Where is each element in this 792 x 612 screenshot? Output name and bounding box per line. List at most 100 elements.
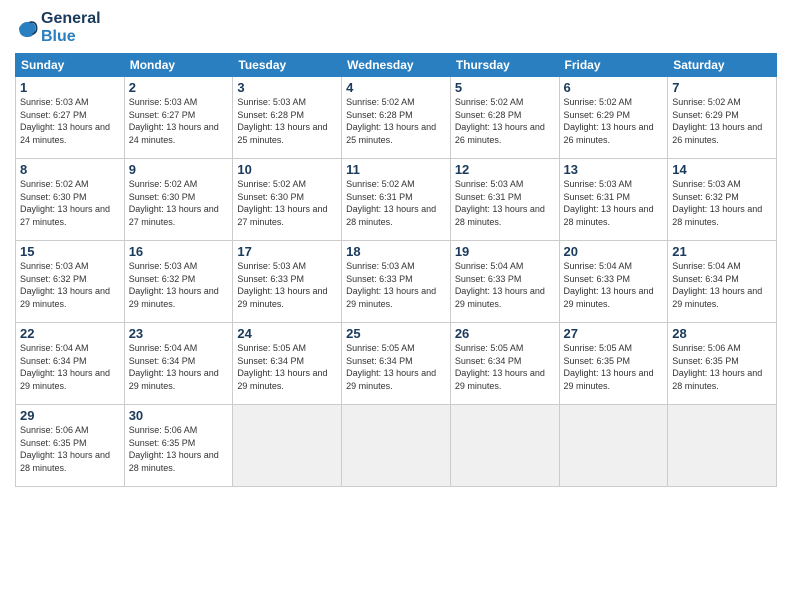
calendar-cell: 4Sunrise: 5:02 AMSunset: 6:28 PMDaylight… [342, 77, 451, 159]
calendar-cell: 12Sunrise: 5:03 AMSunset: 6:31 PMDayligh… [450, 159, 559, 241]
day-info: Sunrise: 5:05 AMSunset: 6:34 PMDaylight:… [346, 342, 446, 392]
calendar-cell: 16Sunrise: 5:03 AMSunset: 6:32 PMDayligh… [124, 241, 233, 323]
col-monday: Monday [124, 54, 233, 77]
day-info: Sunrise: 5:02 AMSunset: 6:29 PMDaylight:… [564, 96, 664, 146]
day-number: 17 [237, 244, 337, 259]
day-number: 27 [564, 326, 664, 341]
day-info: Sunrise: 5:05 AMSunset: 6:35 PMDaylight:… [564, 342, 664, 392]
day-number: 30 [129, 408, 229, 423]
day-info: Sunrise: 5:03 AMSunset: 6:33 PMDaylight:… [237, 260, 337, 310]
col-wednesday: Wednesday [342, 54, 451, 77]
logo-icon [15, 16, 39, 40]
calendar-cell: 14Sunrise: 5:03 AMSunset: 6:32 PMDayligh… [668, 159, 777, 241]
calendar-cell [342, 405, 451, 487]
calendar-cell: 26Sunrise: 5:05 AMSunset: 6:34 PMDayligh… [450, 323, 559, 405]
calendar-cell: 22Sunrise: 5:04 AMSunset: 6:34 PMDayligh… [16, 323, 125, 405]
calendar-cell: 8Sunrise: 5:02 AMSunset: 6:30 PMDaylight… [16, 159, 125, 241]
day-info: Sunrise: 5:03 AMSunset: 6:27 PMDaylight:… [20, 96, 120, 146]
calendar-body: 1Sunrise: 5:03 AMSunset: 6:27 PMDaylight… [16, 77, 777, 487]
day-info: Sunrise: 5:02 AMSunset: 6:31 PMDaylight:… [346, 178, 446, 228]
calendar-row: 22Sunrise: 5:04 AMSunset: 6:34 PMDayligh… [16, 323, 777, 405]
day-number: 8 [20, 162, 120, 177]
calendar-cell: 13Sunrise: 5:03 AMSunset: 6:31 PMDayligh… [559, 159, 668, 241]
calendar-cell: 23Sunrise: 5:04 AMSunset: 6:34 PMDayligh… [124, 323, 233, 405]
day-info: Sunrise: 5:03 AMSunset: 6:32 PMDaylight:… [129, 260, 229, 310]
day-info: Sunrise: 5:03 AMSunset: 6:27 PMDaylight:… [129, 96, 229, 146]
calendar-cell: 24Sunrise: 5:05 AMSunset: 6:34 PMDayligh… [233, 323, 342, 405]
day-info: Sunrise: 5:02 AMSunset: 6:28 PMDaylight:… [346, 96, 446, 146]
day-info: Sunrise: 5:03 AMSunset: 6:32 PMDaylight:… [672, 178, 772, 228]
logo-blue: Blue [41, 28, 101, 46]
day-info: Sunrise: 5:02 AMSunset: 6:28 PMDaylight:… [455, 96, 555, 146]
day-number: 13 [564, 162, 664, 177]
day-info: Sunrise: 5:03 AMSunset: 6:31 PMDaylight:… [564, 178, 664, 228]
day-number: 29 [20, 408, 120, 423]
header: General Blue [15, 10, 777, 45]
calendar-cell: 11Sunrise: 5:02 AMSunset: 6:31 PMDayligh… [342, 159, 451, 241]
day-number: 6 [564, 80, 664, 95]
calendar-cell: 2Sunrise: 5:03 AMSunset: 6:27 PMDaylight… [124, 77, 233, 159]
calendar-cell: 29Sunrise: 5:06 AMSunset: 6:35 PMDayligh… [16, 405, 125, 487]
calendar-cell [233, 405, 342, 487]
calendar-cell [559, 405, 668, 487]
day-number: 24 [237, 326, 337, 341]
calendar-cell: 25Sunrise: 5:05 AMSunset: 6:34 PMDayligh… [342, 323, 451, 405]
calendar-cell [450, 405, 559, 487]
day-number: 1 [20, 80, 120, 95]
calendar-row: 8 Sunrise: 5:02 AMSunset: 6:30 PMDaylight… [16, 159, 777, 241]
day-number: 20 [564, 244, 664, 259]
day-info: Sunrise: 5:02 AMSunset: 6:29 PMDaylight:… [672, 96, 772, 146]
day-info: Sunrise: 5:06 AMSunset: 6:35 PMDaylight:… [20, 424, 120, 474]
calendar-cell: 5Sunrise: 5:02 AMSunset: 6:28 PMDaylight… [450, 77, 559, 159]
day-number: 4 [346, 80, 446, 95]
calendar-row: 1Sunrise: 5:03 AMSunset: 6:27 PMDaylight… [16, 77, 777, 159]
page: General Blue Sunday Monday Tuesday Wedne… [0, 0, 792, 612]
day-number: 18 [346, 244, 446, 259]
day-number: 16 [129, 244, 229, 259]
day-number: 22 [20, 326, 120, 341]
calendar-cell: 18Sunrise: 5:03 AMSunset: 6:33 PMDayligh… [342, 241, 451, 323]
calendar-cell: 1Sunrise: 5:03 AMSunset: 6:27 PMDaylight… [16, 77, 125, 159]
day-number: 21 [672, 244, 772, 259]
day-number: 11 [346, 162, 446, 177]
col-tuesday: Tuesday [233, 54, 342, 77]
col-friday: Friday [559, 54, 668, 77]
col-saturday: Saturday [668, 54, 777, 77]
calendar-cell: 28Sunrise: 5:06 AMSunset: 6:35 PMDayligh… [668, 323, 777, 405]
calendar-cell: 20Sunrise: 5:04 AMSunset: 6:33 PMDayligh… [559, 241, 668, 323]
day-info: Sunrise: 5:03 AMSunset: 6:33 PMDaylight:… [346, 260, 446, 310]
calendar-cell: 17Sunrise: 5:03 AMSunset: 6:33 PMDayligh… [233, 241, 342, 323]
calendar-cell [668, 405, 777, 487]
day-number: 5 [455, 80, 555, 95]
calendar-cell: 19Sunrise: 5:04 AMSunset: 6:33 PMDayligh… [450, 241, 559, 323]
day-info: Sunrise: 5:06 AMSunset: 6:35 PMDaylight:… [672, 342, 772, 392]
day-info: Sunrise: 5:05 AMSunset: 6:34 PMDaylight:… [455, 342, 555, 392]
day-number: 15 [20, 244, 120, 259]
day-number: 25 [346, 326, 446, 341]
logo: General Blue [15, 10, 101, 45]
calendar-cell: 7Sunrise: 5:02 AMSunset: 6:29 PMDaylight… [668, 77, 777, 159]
day-number: 26 [455, 326, 555, 341]
day-info: Sunrise: 5:03 AMSunset: 6:31 PMDaylight:… [455, 178, 555, 228]
header-row: Sunday Monday Tuesday Wednesday Thursday… [16, 54, 777, 77]
day-number: 19 [455, 244, 555, 259]
day-number: 7 [672, 80, 772, 95]
calendar-cell: 9Sunrise: 5:02 AMSunset: 6:30 PMDaylight… [124, 159, 233, 241]
day-number: 9 [129, 162, 229, 177]
day-number: 14 [672, 162, 772, 177]
day-number: 28 [672, 326, 772, 341]
day-info: Sunrise: 5:02 AMSunset: 6:30 PMDaylight:… [129, 178, 229, 228]
calendar-cell: 10Sunrise: 5:02 AMSunset: 6:30 PMDayligh… [233, 159, 342, 241]
day-number: 2 [129, 80, 229, 95]
day-info: Sunrise: 5:05 AMSunset: 6:34 PMDaylight:… [237, 342, 337, 392]
calendar-cell: 3Sunrise: 5:03 AMSunset: 6:28 PMDaylight… [233, 77, 342, 159]
day-info: Sunrise: 5:04 AMSunset: 6:34 PMDaylight:… [672, 260, 772, 310]
col-thursday: Thursday [450, 54, 559, 77]
day-number: 23 [129, 326, 229, 341]
calendar-row: 15 Sunrise: 5:03 AMSunset: 6:32 PMDayligh… [16, 241, 777, 323]
logo-general: General [41, 10, 101, 28]
day-info: Sunrise: 5:02 AMSunset: 6:30 PMDaylight:… [237, 178, 337, 228]
calendar-cell: 15Sunrise: 5:03 AMSunset: 6:32 PMDayligh… [16, 241, 125, 323]
day-info: Sunrise: 5:06 AMSunset: 6:35 PMDaylight:… [129, 424, 229, 474]
day-info: Sunrise: 5:04 AMSunset: 6:34 PMDaylight:… [20, 342, 120, 392]
